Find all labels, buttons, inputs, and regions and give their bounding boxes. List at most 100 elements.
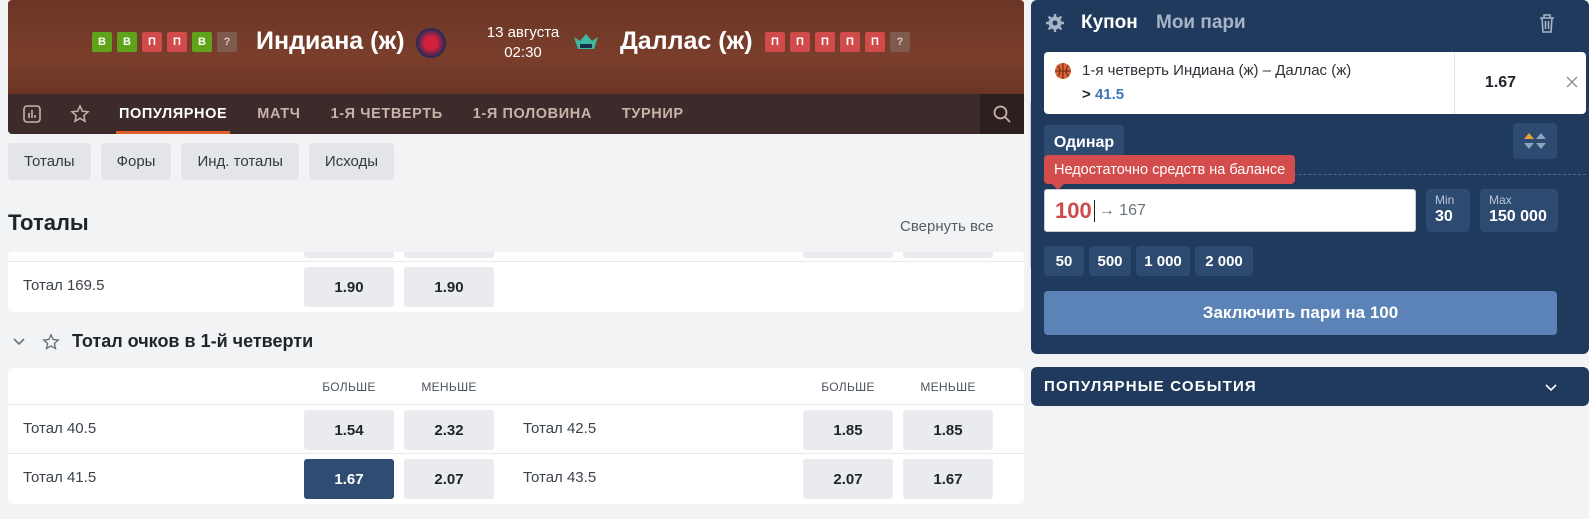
totals-card: Тотал 169.5 1.90 1.90 — [8, 252, 1024, 312]
max-value: 150 000 — [1489, 208, 1547, 225]
star-icon[interactable] — [56, 94, 104, 134]
odd-over[interactable]: 1.90 — [304, 267, 394, 307]
gear-icon[interactable] — [1045, 13, 1065, 38]
chip-totals[interactable]: Тоталы — [8, 143, 91, 180]
basketball-icon — [1054, 62, 1072, 85]
max-stake-button[interactable]: Max 150 000 — [1480, 189, 1558, 232]
market-group-title: Тотал очков в 1-й четверти — [72, 331, 314, 351]
market-tabs: ПОПУЛЯРНОЕ МАТЧ 1-Я ЧЕТВЕРТЬ 1-Я ПОЛОВИН… — [8, 94, 1024, 134]
popular-events-label: ПОПУЛЯРНЫЕ СОБЫТИЯ — [1044, 378, 1257, 395]
odd-under[interactable]: 1.90 — [404, 267, 494, 307]
tab-first-quarter[interactable]: 1-Я ЧЕТВЕРТЬ — [316, 94, 458, 134]
tab-my-bets[interactable]: Мои пари — [1156, 12, 1246, 34]
error-tooltip: Недостаточно средств на балансе — [1044, 155, 1296, 190]
odd-cell-clipped[interactable] — [304, 252, 394, 258]
form-badge: П — [765, 32, 785, 52]
chevron-down-icon — [1543, 379, 1559, 399]
chip-handicaps[interactable]: Форы — [100, 143, 172, 180]
min-value: 30 — [1435, 208, 1453, 225]
total-label: Тотал 41.5 — [23, 469, 97, 486]
total-label: Тотал 42.5 — [523, 420, 597, 437]
search-icon[interactable] — [980, 94, 1024, 134]
match-time: 02:30 — [504, 44, 542, 61]
stats-icon[interactable] — [8, 94, 56, 134]
bet-selection: > 41.5 — [1082, 86, 1124, 103]
odd-over[interactable]: 1.85 — [803, 410, 893, 450]
tab-match[interactable]: МАТЧ — [242, 94, 315, 134]
odd-over[interactable]: 2.07 — [803, 459, 893, 499]
odd-under[interactable]: 1.85 — [903, 410, 993, 450]
favorite-star-icon[interactable] — [42, 333, 60, 356]
bet-selection-prefix: > — [1082, 86, 1091, 103]
stake-input[interactable]: 100 → 167 — [1044, 189, 1416, 232]
text-caret — [1093, 199, 1095, 222]
home-team-name[interactable]: Индиана (ж) — [256, 27, 405, 56]
tab-tournament[interactable]: ТУРНИР — [607, 94, 699, 134]
chip-individual-totals[interactable]: Инд. тоталы — [181, 143, 299, 180]
odd-under[interactable]: 2.32 — [404, 410, 494, 450]
table-row: Тотал 169.5 1.90 1.90 — [8, 261, 1024, 311]
chevron-down-icon[interactable] — [12, 334, 26, 353]
min-label: Min — [1435, 193, 1455, 207]
section-title: Тоталы — [8, 210, 89, 235]
trash-icon[interactable] — [1537, 12, 1557, 39]
odds-change-icon[interactable] — [1513, 123, 1557, 159]
column-header-under: МЕНЬШЕ — [920, 380, 976, 394]
tab-first-half[interactable]: 1-Я ПОЛОВИНА — [458, 94, 607, 134]
bet-selection-value: 41.5 — [1094, 86, 1125, 103]
form-badge: П — [167, 32, 187, 52]
match-datetime: 13 августа 02:30 — [463, 23, 583, 63]
bet-slip: Купон Мои пари 1-я четверть Индиана (ж) … — [1031, 0, 1589, 354]
table-row: Тотал 41.5 1.67 2.07 Тотал 43.5 2.07 1.6… — [8, 453, 1024, 503]
form-badge: ? — [890, 32, 910, 52]
total-label: Тотал 40.5 — [23, 420, 97, 437]
chip-outcomes[interactable]: Исходы — [308, 143, 395, 180]
min-stake-button[interactable]: Min 30 — [1426, 189, 1470, 232]
odd-cell-clipped[interactable] — [903, 252, 993, 258]
close-icon[interactable] — [1566, 72, 1578, 93]
column-header-over: БОЛЬШЕ — [821, 380, 875, 394]
odd-over-selected[interactable]: 1.67 — [304, 459, 394, 499]
form-badge: П — [790, 32, 810, 52]
away-team-logo — [571, 28, 601, 58]
quarter-totals-card: БОЛЬШЕ МЕНЬШЕ БОЛЬШЕ МЕНЬШЕ Тотал 40.5 1… — [8, 368, 1024, 504]
form-badge: В — [192, 32, 212, 52]
quick-amount-button[interactable]: 1 000 — [1136, 246, 1190, 276]
home-form: В В П П В ? — [92, 32, 237, 52]
column-header-under: МЕНЬШЕ — [421, 380, 477, 394]
form-badge: В — [117, 32, 137, 52]
quick-amount-button[interactable]: 500 — [1089, 246, 1131, 276]
stake-value: 100 — [1055, 197, 1092, 223]
quick-amount-button[interactable]: 2 000 — [1195, 246, 1253, 276]
place-bet-button[interactable]: Заключить пари на 100 — [1044, 291, 1557, 335]
total-label: Тотал 43.5 — [523, 469, 597, 486]
odd-over[interactable]: 1.54 — [304, 410, 394, 450]
form-badge: ? — [217, 32, 237, 52]
column-header-over: БОЛЬШЕ — [322, 380, 376, 394]
bet-card: 1-я четверть Индиана (ж) – Даллас (ж) > … — [1044, 52, 1586, 114]
odd-under[interactable]: 1.67 — [903, 459, 993, 499]
popular-events-header[interactable]: ПОПУЛЯРНЫЕ СОБЫТИЯ — [1031, 367, 1589, 406]
form-badge: П — [815, 32, 835, 52]
tab-coupon[interactable]: Купон — [1081, 12, 1138, 34]
home-team-logo — [416, 28, 446, 58]
quick-amount-button[interactable]: 50 — [1044, 246, 1084, 276]
match-date: 13 августа — [486, 24, 560, 41]
form-badge: П — [840, 32, 860, 52]
odd-cell-clipped[interactable] — [803, 252, 893, 258]
table-row: Тотал 40.5 1.54 2.32 Тотал 42.5 1.85 1.8… — [8, 404, 1024, 454]
form-badge: П — [142, 32, 162, 52]
max-label: Max — [1489, 193, 1512, 207]
odd-cell-clipped[interactable] — [404, 252, 494, 258]
potential-win: → 167 — [1098, 201, 1146, 219]
market-filter-chips: Тоталы Форы Инд. тоталы Исходы — [8, 143, 395, 180]
form-badge: В — [92, 32, 112, 52]
odd-under[interactable]: 2.07 — [404, 459, 494, 499]
form-badge: П — [865, 32, 885, 52]
bet-odd: 1.67 — [1454, 52, 1546, 114]
away-team-name[interactable]: Даллас (ж) — [620, 27, 753, 56]
away-form: П П П П П ? — [765, 32, 910, 52]
main-content: В В П П В ? Индиана (ж) 13 августа 02:30… — [0, 0, 1024, 519]
collapse-all-link[interactable]: Свернуть все — [900, 218, 994, 235]
tab-popular[interactable]: ПОПУЛЯРНОЕ — [104, 94, 242, 134]
